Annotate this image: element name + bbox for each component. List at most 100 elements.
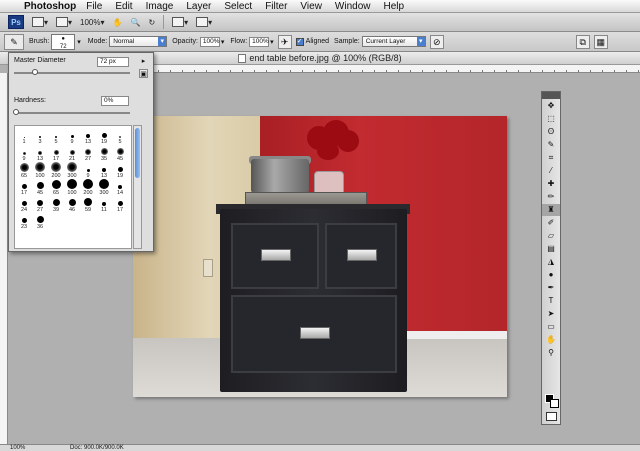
scrollbar-thumb[interactable] xyxy=(135,128,140,178)
dodge-tool-icon[interactable]: ● xyxy=(542,269,560,281)
menu-edit[interactable]: Edit xyxy=(115,1,132,12)
brush-preset[interactable]: 9 xyxy=(64,128,80,145)
status-zoom[interactable]: 100% xyxy=(10,445,25,451)
tool-preset-picker[interactable]: ✎ xyxy=(4,33,24,50)
brush-preset[interactable]: 9 xyxy=(80,162,96,179)
blur-tool-icon[interactable]: ◮ xyxy=(542,256,560,268)
quick-mask-icon[interactable] xyxy=(546,412,557,421)
pen-tool-icon[interactable]: ✒ xyxy=(542,282,560,294)
path-select-tool-icon[interactable]: ➤ xyxy=(542,308,560,320)
brush-preset[interactable]: 39 xyxy=(48,196,64,213)
flow-arrow[interactable]: ▾ xyxy=(270,38,274,46)
brush-preset[interactable]: 5 xyxy=(112,128,128,145)
brush-preset[interactable]: 46 xyxy=(64,196,80,213)
hardness-slider-knob[interactable] xyxy=(13,109,19,115)
brush-preset[interactable]: 13 xyxy=(32,145,48,162)
menu-help[interactable]: Help xyxy=(384,1,405,12)
zoom-level-dropdown[interactable]: 100% ▾ xyxy=(80,15,104,29)
brush-preset[interactable]: 17 xyxy=(16,179,32,196)
screen-mode-button[interactable]: ▾ xyxy=(196,15,212,29)
menu-window[interactable]: Window xyxy=(335,1,371,12)
eraser-tool-icon[interactable]: ▱ xyxy=(542,230,560,242)
view-extras-button[interactable]: ▾ xyxy=(56,15,72,29)
brush-preset[interactable]: 65 xyxy=(16,162,32,179)
aligned-checkbox[interactable]: ✓ xyxy=(295,37,304,46)
mode-select[interactable]: Normal xyxy=(109,36,168,47)
brush-preset[interactable]: 13 xyxy=(96,162,112,179)
left-ruler[interactable] xyxy=(0,73,8,444)
panel-menu-icon[interactable]: ▸ xyxy=(139,57,148,66)
brush-dropdown-arrow[interactable]: ▾ xyxy=(77,38,81,46)
flow-field[interactable]: 100% xyxy=(249,36,270,47)
zoom-tool-icon[interactable]: 🔍 xyxy=(130,15,140,29)
app-menu[interactable]: Photoshop xyxy=(24,1,76,12)
clone-stamp-tool-icon[interactable]: ♜ xyxy=(542,204,560,216)
shape-tool-icon[interactable]: ▭ xyxy=(542,321,560,333)
brush-preset[interactable]: 13 xyxy=(80,128,96,145)
brush-preset[interactable]: 27 xyxy=(32,196,48,213)
brush-preset[interactable]: 300 xyxy=(96,179,112,196)
background-color-swatch[interactable] xyxy=(550,399,559,408)
brush-preset[interactable]: 45 xyxy=(112,145,128,162)
brush-preset[interactable]: 100 xyxy=(64,179,80,196)
brush-preset[interactable]: 21 xyxy=(64,145,80,162)
brush-preset[interactable]: 35 xyxy=(96,145,112,162)
master-diameter-slider-knob[interactable] xyxy=(31,69,38,75)
menu-view[interactable]: View xyxy=(300,1,322,12)
rotate-view-icon[interactable]: ↻ xyxy=(148,15,155,29)
document-canvas[interactable] xyxy=(133,116,507,397)
brush-preset[interactable]: 65 xyxy=(48,179,64,196)
brush-preset[interactable]: 3 xyxy=(32,128,48,145)
brush-preset[interactable]: 17 xyxy=(48,145,64,162)
brush-preset[interactable]: 5 xyxy=(48,128,64,145)
ignore-adjustment-icon[interactable]: ⊘ xyxy=(429,34,444,49)
opacity-arrow[interactable]: ▾ xyxy=(221,38,225,46)
brush-preset[interactable]: 100 xyxy=(32,162,48,179)
brush-preset[interactable]: 19 xyxy=(112,162,128,179)
menu-filter[interactable]: Filter xyxy=(265,1,287,12)
crop-tool-icon[interactable]: ⌗ xyxy=(542,152,560,164)
eyedropper-tool-icon[interactable]: ⁄ xyxy=(542,165,560,177)
menu-file[interactable]: File xyxy=(86,1,102,12)
quick-select-tool-icon[interactable]: ✎ xyxy=(542,139,560,151)
save-preset-icon[interactable]: ▣ xyxy=(139,69,148,78)
brush-tool-icon[interactable]: ✏ xyxy=(542,191,560,203)
brush-preset[interactable]: 36 xyxy=(32,213,48,230)
brush-preset[interactable]: 200 xyxy=(48,162,64,179)
brush-preset[interactable]: 27 xyxy=(80,145,96,162)
brush-preset[interactable]: 59 xyxy=(80,196,96,213)
hand-tool-icon[interactable]: ✋ xyxy=(542,334,560,346)
brush-preset[interactable]: 45 xyxy=(32,179,48,196)
hardness-field[interactable]: 0% xyxy=(101,96,129,106)
menu-image[interactable]: Image xyxy=(146,1,174,12)
brush-panel-icon[interactable]: ▦ xyxy=(593,34,608,49)
hardness-slider-track[interactable] xyxy=(14,112,130,114)
menu-layer[interactable]: Layer xyxy=(186,1,211,12)
brush-preset[interactable]: 19 xyxy=(96,128,112,145)
tools-panel-header[interactable] xyxy=(542,92,560,99)
lasso-tool-icon[interactable]: ʘ xyxy=(542,126,560,138)
zoom-tool-icon[interactable]: ⚲ xyxy=(542,347,560,359)
hand-tool-icon[interactable]: ✋ xyxy=(113,15,123,29)
brush-preset[interactable]: 23 xyxy=(16,213,32,230)
marquee-tool-icon[interactable]: ⬚ xyxy=(542,113,560,125)
history-brush-tool-icon[interactable]: ✐ xyxy=(542,217,560,229)
launch-bridge-button[interactable]: ▾ xyxy=(32,15,48,29)
brush-preset[interactable]: 14 xyxy=(112,179,128,196)
arrange-documents-button[interactable]: ▾ xyxy=(172,15,188,29)
heal-tool-icon[interactable]: ✚ xyxy=(542,178,560,190)
brush-preset[interactable]: 9 xyxy=(16,145,32,162)
brush-preset[interactable]: 200 xyxy=(80,179,96,196)
brush-preset-picker[interactable]: ● 72 xyxy=(51,33,76,50)
sample-select[interactable]: Current Layer xyxy=(361,36,426,47)
airbrush-icon[interactable]: ✈ xyxy=(277,34,292,49)
brush-preset[interactable]: 300 xyxy=(64,162,80,179)
brush-preset[interactable]: 11 xyxy=(96,196,112,213)
brush-list-scrollbar[interactable] xyxy=(133,125,142,249)
brush-preset[interactable]: 17 xyxy=(112,196,128,213)
brush-preset[interactable]: 24 xyxy=(16,196,32,213)
move-tool-icon[interactable]: ✥ xyxy=(542,100,560,112)
clone-source-icon[interactable]: ⧉ xyxy=(575,34,590,49)
brush-preset[interactable]: 1 xyxy=(16,128,32,145)
type-tool-icon[interactable]: T xyxy=(542,295,560,307)
